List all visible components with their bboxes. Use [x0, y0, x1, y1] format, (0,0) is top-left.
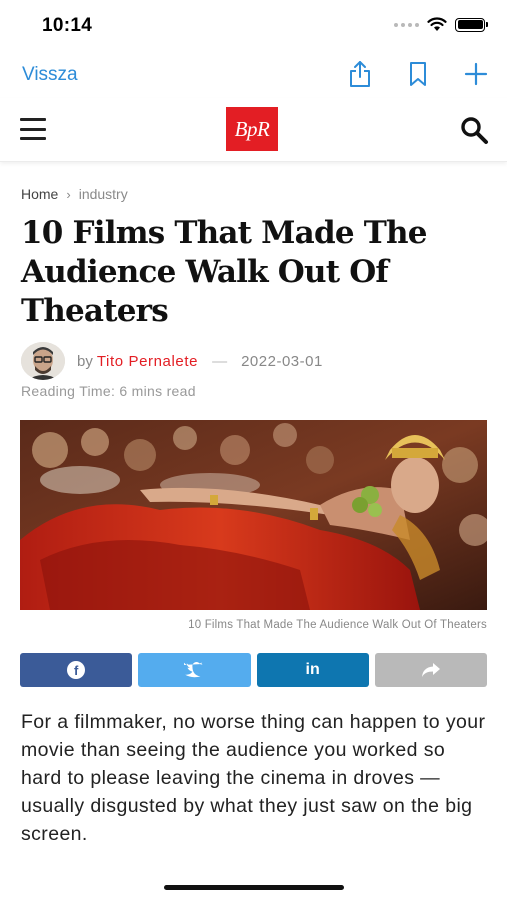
hamburger-menu-icon[interactable] — [20, 118, 46, 140]
share-more-button[interactable] — [374, 653, 487, 687]
share-bar: f in — [20, 653, 487, 687]
image-caption: 10 Films That Made The Audience Walk Out… — [188, 619, 487, 631]
status-time: 10:14 — [42, 15, 93, 36]
breadcrumb: Home › industry — [21, 186, 128, 202]
search-icon[interactable] — [459, 115, 489, 145]
twitter-icon — [184, 662, 204, 678]
breadcrumb-current[interactable]: industry — [79, 186, 128, 202]
wifi-icon — [427, 17, 447, 31]
article-title: 10 Films That Made The Audience Walk Out… — [21, 215, 427, 329]
status-icons — [394, 17, 488, 32]
browser-nav-bar: Vissza — [0, 52, 507, 96]
linkedin-icon: in — [305, 661, 320, 678]
home-indicator — [164, 885, 344, 890]
share-icon[interactable] — [346, 60, 374, 88]
status-bar: 10:14 — [0, 0, 507, 50]
article-body: For a filmmaker, no worse thing can happ… — [21, 711, 486, 845]
publish-date: 2022-03-01 — [241, 352, 323, 370]
site-header: BpR — [0, 98, 507, 162]
author-avatar[interactable] — [21, 342, 65, 380]
author-link[interactable]: Tito Pernalete — [97, 353, 198, 370]
back-link[interactable]: Vissza — [22, 64, 78, 86]
hero-image[interactable] — [20, 420, 487, 610]
share-arrow-icon — [421, 663, 440, 677]
facebook-icon: f — [67, 661, 86, 679]
site-logo[interactable]: BpR — [226, 107, 278, 151]
battery-icon — [455, 17, 488, 32]
signal-icon — [394, 22, 419, 27]
breadcrumb-separator: › — [66, 186, 71, 202]
byline-dash: — — [212, 352, 228, 370]
share-twitter-button[interactable] — [138, 653, 251, 687]
breadcrumb-home[interactable]: Home — [21, 186, 58, 202]
reading-time: Reading Time: 6 mins read — [21, 383, 196, 399]
plus-icon[interactable] — [462, 60, 490, 88]
article-byline: by Tito Pernalete — 2022-03-01 — [21, 342, 323, 380]
share-facebook-button[interactable]: f — [20, 653, 133, 687]
byline-prefix: by — [77, 352, 93, 370]
bookmark-icon[interactable] — [404, 60, 432, 88]
share-linkedin-button[interactable]: in — [256, 653, 369, 687]
